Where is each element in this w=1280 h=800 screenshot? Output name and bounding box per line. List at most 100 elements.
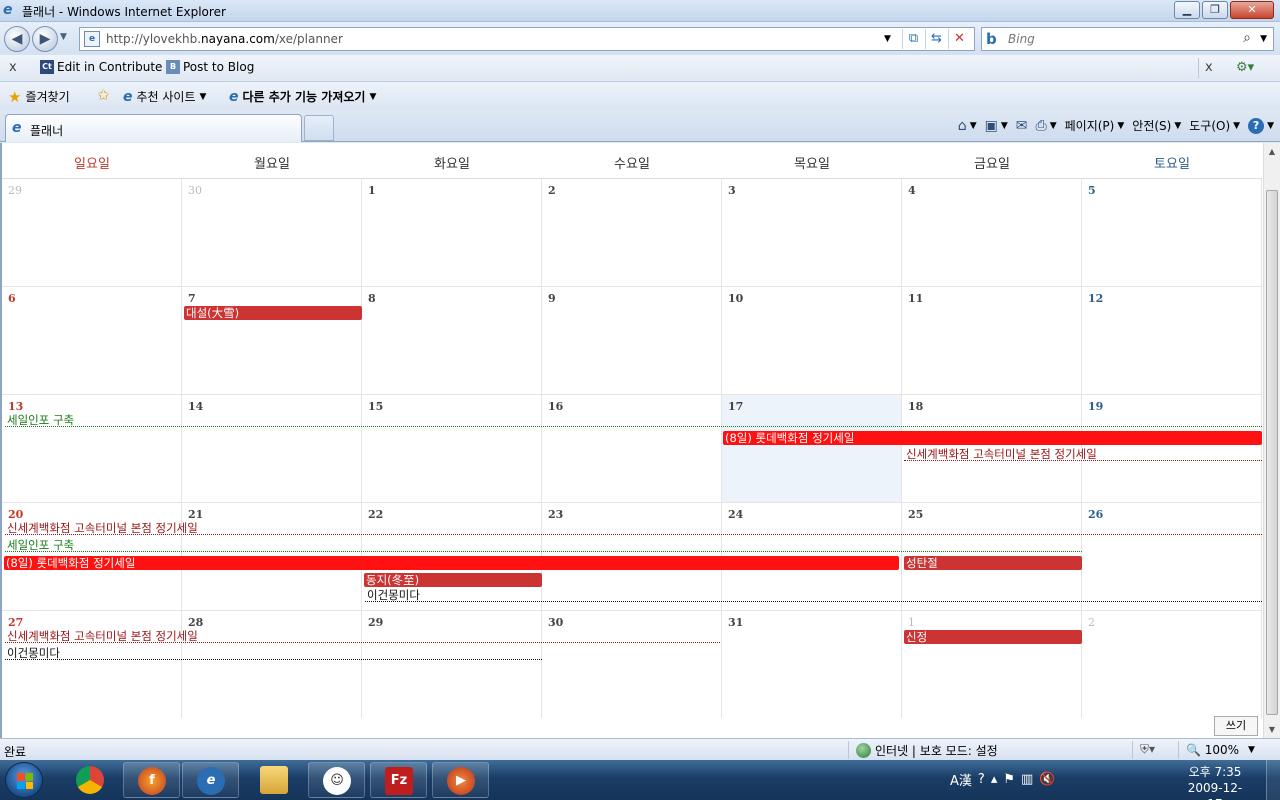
protected-mode-icon[interactable]: ⛨▾: [1140, 742, 1155, 757]
more-addons-button[interactable]: e 다른 추가 기능 가져오기 ▼: [229, 88, 376, 105]
day-cell[interactable]: 1: [362, 179, 542, 286]
day-cell[interactable]: 2: [1082, 611, 1262, 718]
day-cell[interactable]: 10: [722, 287, 902, 394]
close-toolbar-icon[interactable]: x: [9, 60, 17, 75]
day-cell[interactable]: 14: [182, 395, 362, 502]
favorites-button[interactable]: ★ 즐겨찾기: [8, 88, 70, 105]
day-cell[interactable]: 11: [902, 287, 1082, 394]
event-line[interactable]: 이건몽미다: [5, 646, 542, 660]
media-player-taskbar-button[interactable]: ▶: [432, 762, 489, 798]
show-hidden-icons-icon[interactable]: ▴: [991, 772, 998, 787]
event-bar[interactable]: 성탄절: [904, 556, 1082, 570]
day-cell[interactable]: 6: [2, 287, 182, 394]
maximize-button[interactable]: ❐: [1202, 1, 1228, 19]
day-cell[interactable]: 30: [182, 179, 362, 286]
messenger-taskbar-button[interactable]: ☺: [308, 762, 365, 798]
suggested-sites-button[interactable]: e 추천 사이트 ▼: [123, 88, 206, 105]
edit-in-contribute-button[interactable]: Ct Edit in Contribute: [40, 60, 162, 74]
feeds-button[interactable]: ▣ ▼: [985, 118, 1008, 134]
network-icon[interactable]: ▥: [1021, 772, 1033, 787]
new-tab-button[interactable]: [304, 115, 334, 141]
day-cell[interactable]: 2: [542, 179, 722, 286]
history-dropdown-icon[interactable]: ▼: [60, 32, 67, 42]
toolbar-options-icon[interactable]: ⚙▾: [1236, 60, 1254, 75]
firefox-taskbar-button[interactable]: f: [123, 762, 180, 798]
refresh-icon[interactable]: ⇆: [925, 29, 947, 49]
show-desktop-button[interactable]: [1266, 760, 1280, 800]
event-line[interactable]: 세일인포 구축: [5, 538, 1082, 552]
back-button[interactable]: ◀: [4, 26, 30, 52]
day-cell[interactable]: 3: [722, 179, 902, 286]
day-cell[interactable]: 5: [1082, 179, 1262, 286]
event-line[interactable]: 신세계백화점 고속터미널 본점 정기세일: [5, 629, 720, 643]
vertical-scrollbar[interactable]: ▲ ▼: [1263, 143, 1280, 738]
day-cell[interactable]: 12: [1082, 287, 1262, 394]
event-bar[interactable]: (8일) 롯데백화점 정기세일: [723, 431, 1262, 445]
search-options-dropdown-icon[interactable]: ▼: [1260, 34, 1267, 44]
day-cell[interactable]: 15: [362, 395, 542, 502]
mail-button[interactable]: ✉: [1016, 118, 1028, 134]
window-title-bar: e 플래너 - Windows Internet Explorer ▁ ❐ ✕: [0, 0, 1280, 22]
day-cell[interactable]: 13: [2, 395, 182, 502]
chrome-taskbar-button[interactable]: [62, 762, 119, 798]
day-cell[interactable]: 9: [542, 287, 722, 394]
compatibility-view-icon[interactable]: ⧉: [902, 29, 924, 49]
day-cell[interactable]: 29: [362, 611, 542, 718]
day-cell[interactable]: 1: [902, 611, 1082, 718]
day-cell[interactable]: 28: [182, 611, 362, 718]
day-cell[interactable]: 8: [362, 287, 542, 394]
address-bar[interactable]: e http://ylovekhb.nayana.com/xe/planner …: [79, 27, 975, 51]
day-cell[interactable]: 29: [2, 179, 182, 286]
event-line[interactable]: 세일인포 구축: [5, 413, 1262, 427]
day-cell[interactable]: 4: [902, 179, 1082, 286]
home-button[interactable]: ⌂ ▼: [958, 118, 977, 134]
address-dropdown-icon[interactable]: ▼: [884, 34, 891, 44]
event-line[interactable]: 신세계백화점 고속터미널 본점 정기세일: [904, 447, 1262, 461]
help-icon[interactable]: ?: [978, 772, 985, 787]
minimize-button[interactable]: ▁: [1174, 1, 1200, 19]
day-cell-today[interactable]: 17: [722, 395, 902, 502]
address-url[interactable]: http://ylovekhb.nayana.com/xe/planner: [106, 32, 343, 46]
tools-menu[interactable]: 도구(O) ▼: [1189, 117, 1240, 134]
ie-taskbar-button[interactable]: e: [182, 762, 239, 798]
day-cell[interactable]: 16: [542, 395, 722, 502]
search-icon[interactable]: ⌕: [1243, 30, 1251, 46]
forward-button[interactable]: ▶: [32, 26, 58, 52]
start-button[interactable]: [5, 762, 43, 798]
ie-icon: e: [229, 88, 239, 105]
day-cell[interactable]: 7: [182, 287, 362, 394]
filezilla-taskbar-button[interactable]: Fz: [370, 762, 427, 798]
post-to-blog-button[interactable]: B Post to Blog: [166, 60, 254, 74]
print-button[interactable]: ⎙ ▼: [1036, 118, 1057, 134]
ime-icon[interactable]: A漢: [950, 770, 972, 789]
volume-icon[interactable]: 🔇: [1039, 772, 1055, 787]
event-line[interactable]: 신세계백화점 고속터미널 본점 정기세일: [5, 521, 1262, 535]
close-window-button[interactable]: ✕: [1230, 1, 1274, 19]
security-zone[interactable]: 인터넷 | 보호 모드: 설정: [856, 742, 998, 759]
day-cell[interactable]: 30: [542, 611, 722, 718]
event-bar[interactable]: (8일) 롯데백화점 정기세일: [4, 556, 899, 570]
day-cell[interactable]: 31: [722, 611, 902, 718]
event-bar[interactable]: 동지(冬至): [364, 573, 542, 587]
close-toolbar-icon[interactable]: x: [1205, 60, 1213, 75]
event-line[interactable]: 이건몽미다: [365, 588, 1262, 602]
scroll-up-icon[interactable]: ▲: [1264, 143, 1280, 160]
stop-icon[interactable]: ✕: [948, 29, 970, 49]
event-bar[interactable]: 대설(大雪): [184, 306, 362, 320]
safety-menu[interactable]: 안전(S) ▼: [1132, 117, 1181, 134]
tab-planner[interactable]: e 플래너: [5, 114, 302, 142]
action-center-icon[interactable]: ⚑: [1003, 772, 1015, 787]
zoom-dropdown-icon[interactable]: ▼: [1248, 745, 1255, 755]
help-menu[interactable]: ? ▼: [1248, 117, 1274, 134]
page-menu[interactable]: 페이지(P) ▼: [1065, 117, 1125, 134]
system-clock[interactable]: 오후 7:35 2009-12-17: [1182, 764, 1248, 800]
search-box[interactable]: b Bing ⌕ ▼: [981, 27, 1274, 51]
scroll-down-icon[interactable]: ▼: [1264, 721, 1280, 738]
scroll-thumb[interactable]: [1266, 190, 1278, 715]
explorer-taskbar-button[interactable]: [246, 762, 303, 798]
event-bar[interactable]: 신정: [904, 630, 1082, 644]
zoom-level[interactable]: 🔍 100%: [1186, 743, 1239, 757]
write-button[interactable]: 쓰기: [1214, 716, 1258, 736]
day-cell[interactable]: 27: [2, 611, 182, 718]
add-to-favorites-bar-button[interactable]: ✩: [97, 88, 110, 103]
